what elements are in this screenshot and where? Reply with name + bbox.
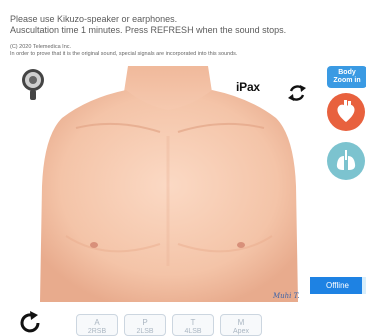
zoom-label-1: Body — [338, 69, 356, 76]
point-tricuspid-button[interactable]: T 4LSB — [172, 314, 214, 336]
point-letter: P — [142, 318, 148, 327]
body-zoom-button[interactable]: Body Zoom in — [327, 66, 366, 88]
ipax-logo: iPax — [236, 80, 260, 94]
chest-image[interactable]: Muhi T. — [36, 66, 302, 302]
point-aortic-button[interactable]: A 2RSB — [76, 314, 118, 336]
instructions: Please use Kikuzo-speaker or earphones. … — [10, 14, 286, 36]
heart-icon — [337, 100, 355, 122]
lungs-icon — [336, 150, 356, 170]
stethoscope-icon[interactable] — [20, 68, 46, 102]
point-mitral-button[interactable]: M Apex — [220, 314, 262, 336]
point-site: Apex — [233, 328, 249, 335]
instruction-line-2: Auscultation time 1 minutes. Press REFRE… — [10, 25, 287, 35]
lung-sound-button[interactable] — [327, 142, 365, 180]
copyright-line-2: In order to prove that it is the origina… — [10, 51, 238, 57]
instruction-line-1: Please use Kikuzo-speaker or earphones. — [10, 14, 178, 24]
offline-label: Offline — [326, 281, 349, 290]
zoom-label-2: Zoom in — [333, 77, 361, 84]
heart-sound-button[interactable] — [327, 93, 365, 131]
reload-icon[interactable] — [286, 82, 308, 104]
point-site: 4LSB — [184, 328, 202, 335]
copyright-line-1: (C) 2020 Telemedica Inc. — [10, 44, 72, 50]
point-pulmonic-button[interactable]: P 2LSB — [124, 314, 166, 336]
point-letter: T — [190, 318, 196, 327]
offline-button[interactable]: Offline — [310, 277, 366, 294]
point-site: 2RSB — [87, 328, 107, 335]
signature: Muhi T. — [272, 292, 300, 300]
refresh-icon[interactable] — [18, 311, 44, 335]
point-site: 2LSB — [136, 328, 154, 335]
point-letter: M — [237, 318, 245, 327]
copyright: (C) 2020 Telemedica Inc. In order to pro… — [10, 44, 237, 58]
offline-indicator — [362, 277, 366, 294]
point-letter: A — [94, 318, 100, 327]
